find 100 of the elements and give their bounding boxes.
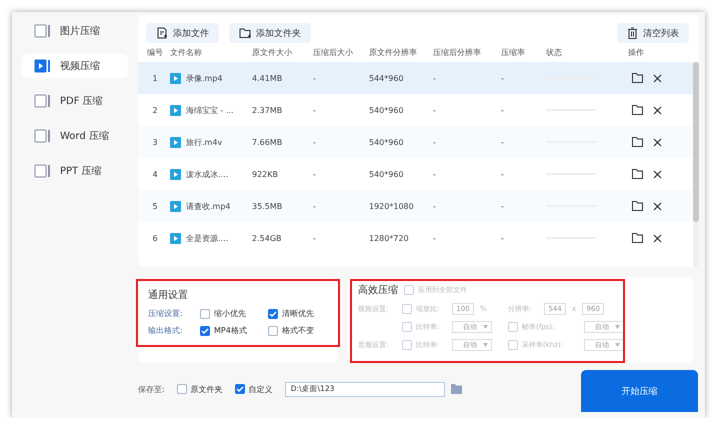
caret-icon — [483, 343, 488, 347]
video-file-icon — [170, 136, 181, 148]
table-cell-text: 544*960 — [369, 74, 405, 82]
table-cell-text: 540*960 — [369, 138, 405, 146]
save-label: 保存至: — [138, 384, 165, 394]
row-number: 1 — [151, 74, 159, 82]
row-number: 3 — [151, 138, 159, 146]
file-name: 录像.mp4 — [186, 72, 223, 84]
video-file-icon — [170, 168, 181, 180]
table-cell-text: - — [313, 106, 317, 114]
table-row[interactable]: 3 旅行.m4v 7.66MB - 540*960 - - — [138, 126, 693, 158]
folder-add-icon — [239, 27, 251, 39]
table-row[interactable]: 1 录像.mp4 4.41MB - 544*960 - - — [138, 62, 693, 94]
table-cell-text: 35.5MB — [252, 202, 284, 210]
table-cell-text: 540*960 — [369, 170, 405, 178]
folder-icon[interactable] — [632, 105, 643, 115]
table-cell-text: - — [433, 170, 437, 178]
folder-icon[interactable] — [632, 201, 643, 211]
row-number: 5 — [151, 202, 159, 210]
checkbox[interactable] — [200, 326, 210, 336]
close-icon[interactable] — [653, 234, 662, 242]
column-header: 文件名称 — [170, 47, 203, 58]
checkbox[interactable] — [200, 308, 210, 318]
folder-icon[interactable] — [632, 137, 643, 147]
folder-icon[interactable] — [632, 73, 643, 83]
caret-icon — [615, 325, 620, 329]
checkbox[interactable] — [268, 326, 278, 336]
caret-icon — [483, 325, 488, 329]
table-cell-text: - — [501, 234, 505, 242]
close-icon[interactable] — [653, 202, 662, 210]
checkbox[interactable] — [176, 384, 187, 394]
document-icon — [34, 93, 52, 109]
table-cell-text: - — [313, 170, 317, 178]
column-header: 状态 — [546, 47, 563, 58]
column-header: 原文件分辨率 — [369, 47, 418, 58]
video-file-icon — [170, 104, 181, 116]
table-cell-text: 540*960 — [369, 106, 405, 114]
row-number: 6 — [151, 234, 159, 242]
option-label: 缩小优先 — [214, 308, 246, 319]
close-icon[interactable] — [653, 138, 662, 146]
close-icon[interactable] — [653, 74, 662, 82]
start-compress-button[interactable]: 开始压缩 — [581, 370, 698, 412]
folder-icon[interactable] — [632, 233, 643, 243]
option-label: 清晰优先 — [282, 308, 314, 319]
close-icon[interactable] — [653, 106, 662, 114]
add-button[interactable]: 添加文件 — [146, 23, 219, 43]
file-name: 海绵宝宝 - ... — [186, 104, 234, 116]
table-cell-text: - — [501, 170, 505, 178]
table-cell-text: - — [501, 74, 505, 82]
file-name: 请查收.mp4 — [186, 200, 231, 212]
checkbox[interactable] — [268, 308, 278, 318]
row-number: 2 — [151, 106, 159, 114]
table-cell-text: 4.41MB — [252, 74, 284, 82]
video-file-icon — [170, 72, 181, 84]
table-cell-text: 7.66MB — [252, 138, 284, 146]
column-header: 压缩率 — [501, 47, 526, 58]
table-cell-text: - — [313, 74, 317, 82]
table-cell-text: 2.54GB — [252, 234, 282, 242]
column-header: 压缩后分辨率 — [433, 47, 482, 58]
table-cell-text: - — [433, 74, 437, 82]
table-cell-text: - — [433, 138, 437, 146]
scroll-thumb[interactable] — [693, 62, 699, 222]
add-button[interactable]: 添加文件夹 — [229, 23, 311, 43]
scrollbar[interactable] — [693, 62, 699, 267]
column-header: 操作 — [628, 47, 645, 58]
table-cell-text: - — [313, 234, 317, 242]
option-label: MP4格式 — [214, 325, 247, 336]
table-cell-text: - — [433, 202, 437, 210]
sidebar-item[interactable]: 视频压缩 — [22, 54, 128, 78]
sidebar-item[interactable]: PDF 压缩 — [22, 89, 128, 113]
document-icon — [34, 58, 52, 74]
setting-label: 压缩设置: — [148, 308, 184, 319]
document-icon — [34, 23, 52, 39]
table-cell-text: 2.37MB — [252, 106, 284, 114]
table-cell-text: - — [501, 202, 505, 210]
option-label: 自定义 — [248, 384, 273, 394]
file-name: 全是资源.... — [186, 232, 228, 244]
table-cell-text: 1280*720 — [369, 234, 410, 242]
column-header: 原文件大小 — [252, 47, 293, 58]
row-number: 4 — [151, 170, 159, 178]
setting-label: 输出格式: — [148, 325, 184, 336]
panel-title: 通用设置 — [148, 290, 188, 301]
column-header: 压缩后大小 — [313, 47, 354, 58]
sidebar-item[interactable]: PPT 压缩 — [22, 159, 128, 183]
file-name: 旅行.m4v — [186, 136, 222, 148]
table-row[interactable]: 5 请查收.mp4 35.5MB - 1920*1080 - - — [138, 190, 693, 222]
close-icon[interactable] — [653, 170, 662, 178]
table-cell-text: - — [313, 202, 317, 210]
table-cell-text: - — [501, 138, 505, 146]
checkbox[interactable] — [234, 384, 245, 394]
file-add-icon — [156, 27, 168, 39]
clear-list-button[interactable]: 清空列表 — [617, 23, 689, 43]
table-cell-text: - — [433, 234, 437, 242]
document-icon — [34, 163, 52, 179]
sidebar-item[interactable]: 图片压缩 — [22, 19, 128, 43]
panel-title: 高效压缩 — [358, 284, 398, 297]
folder-icon[interactable] — [632, 169, 643, 179]
video-file-icon — [170, 200, 181, 212]
sidebar-item[interactable]: Word 压缩 — [22, 124, 128, 148]
file-name: 泼水成冰.... — [186, 168, 228, 180]
